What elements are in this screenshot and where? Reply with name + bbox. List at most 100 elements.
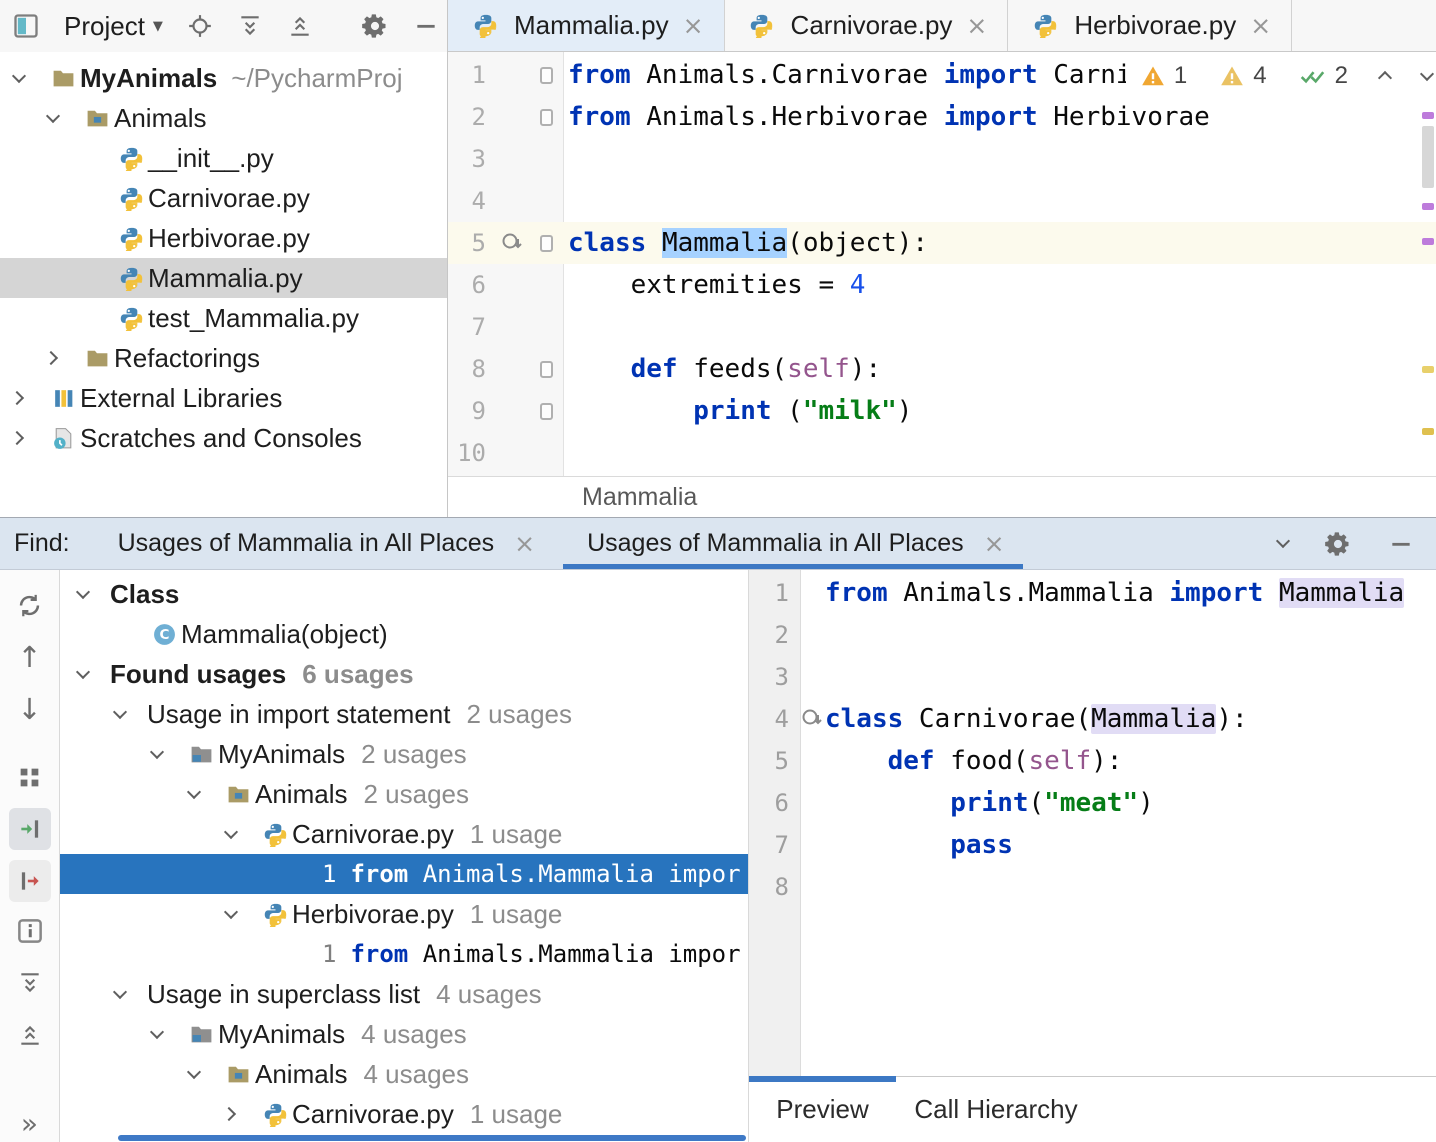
chevron-right-icon[interactable]	[14, 393, 46, 403]
editor-line[interactable]: 9 print ("milk")	[448, 390, 1436, 432]
project-tree-item[interactable]: Carnivorae.py	[0, 178, 447, 218]
project-tree-item[interactable]: Mammalia.py	[0, 258, 447, 298]
tab-close-icon[interactable]: ×	[966, 13, 987, 38]
project-tree-item[interactable]: __init__.py	[0, 138, 447, 178]
project-tree-item[interactable]: Scratches and Consoles	[0, 418, 447, 458]
line-number[interactable]: 9	[448, 397, 498, 425]
preview-editor[interactable]: 1from Animals.Mammalia import Mammalia 2 3…	[749, 570, 1436, 1076]
line-number[interactable]: 4	[749, 705, 801, 733]
find-tab[interactable]: Usages of Mammalia in All Places×	[114, 518, 540, 569]
editor-line[interactable]: 7	[448, 306, 1436, 348]
line-number[interactable]: 8	[749, 873, 801, 901]
chevron-right-icon[interactable]	[226, 1109, 258, 1119]
hide-panel-icon[interactable]	[1388, 531, 1414, 557]
chevron-down-icon[interactable]	[115, 992, 147, 997]
tab-close-icon[interactable]: ×	[683, 13, 704, 38]
subclassed-marker-icon[interactable]	[498, 231, 528, 255]
preview-tab[interactable]: Call Hierarchy	[896, 1077, 1096, 1142]
chevron-up-icon[interactable]	[1380, 69, 1390, 83]
settings-gear-icon[interactable]	[1324, 530, 1352, 558]
line-number[interactable]: 2	[749, 621, 801, 649]
breadcrumb-item[interactable]: Mammalia	[582, 483, 697, 512]
editor-line[interactable]: 4	[448, 180, 1436, 222]
line-number[interactable]: 8	[448, 355, 498, 383]
project-view-dropdown[interactable]: Project ▼	[64, 11, 163, 42]
chevron-down-icon[interactable]	[78, 592, 110, 597]
project-tree-item[interactable]: External Libraries	[0, 378, 447, 418]
preview-line[interactable]: 4class Carnivorae(Mammalia):	[749, 698, 1436, 740]
more-occurrences-icon[interactable]: »	[9, 1102, 51, 1142]
usage-result-row[interactable]: 1from Animals.Mammalia impor	[60, 854, 748, 894]
autoscroll-to-source-icon[interactable]	[9, 808, 51, 850]
chevron-down-icon[interactable]	[226, 912, 258, 917]
project-tree-item[interactable]: Herbivorae.py	[0, 218, 447, 258]
error-stripe-mark[interactable]	[1422, 366, 1434, 373]
preview-line[interactable]: 7 pass	[749, 824, 1436, 866]
line-number[interactable]: 3	[448, 145, 498, 173]
tab-close-icon[interactable]: ×	[514, 531, 535, 556]
project-tree-item[interactable]: Animals	[0, 98, 447, 138]
preview-line[interactable]: 5 def food(self):	[749, 740, 1436, 782]
preview-line[interactable]: 8	[749, 866, 1436, 908]
previous-occurrence-icon[interactable]: ↑	[9, 636, 51, 678]
usage-group-row[interactable]: MyAnimals2 usages	[60, 734, 748, 774]
preview-tab[interactable]: Preview	[749, 1077, 896, 1142]
preview-usages-icon[interactable]	[9, 910, 51, 952]
fold-marker-icon[interactable]	[528, 361, 564, 378]
line-number[interactable]: 6	[749, 789, 801, 817]
usage-group-row[interactable]: Animals4 usages	[60, 1054, 748, 1094]
collapse-all-icon[interactable]	[9, 1014, 51, 1056]
autoscroll-from-source-icon[interactable]	[9, 860, 51, 902]
preview-line[interactable]: 3	[749, 656, 1436, 698]
tab-close-icon[interactable]: ×	[1250, 13, 1271, 38]
usage-group-row[interactable]: Carnivorae.py1 usage	[60, 1094, 748, 1134]
chevron-down-icon[interactable]	[14, 76, 46, 81]
group-by-icon[interactable]	[9, 756, 51, 798]
tool-window-icon[interactable]	[12, 12, 40, 40]
fold-marker-icon[interactable]	[528, 235, 564, 252]
editor-line[interactable]: 8 def feeds(self):	[448, 348, 1436, 390]
chevron-down-icon[interactable]	[152, 752, 184, 757]
preview-line[interactable]: 2	[749, 614, 1436, 656]
tab-close-icon[interactable]: ×	[984, 531, 1005, 556]
preview-line[interactable]: 1from Animals.Mammalia import Mammalia	[749, 572, 1436, 614]
collapse-all-icon[interactable]	[287, 13, 313, 39]
line-number[interactable]: 6	[448, 271, 498, 299]
chevron-right-icon[interactable]	[48, 353, 80, 363]
chevron-down-icon[interactable]	[152, 1032, 184, 1037]
usage-group-row[interactable]: Found usages6 usages	[60, 654, 748, 694]
editor-tab[interactable]: Herbivorae.py×	[1008, 0, 1292, 51]
line-number[interactable]: 10	[448, 439, 498, 467]
line-number[interactable]: 7	[448, 313, 498, 341]
project-tree-item[interactable]: Refactorings	[0, 338, 447, 378]
rerun-icon[interactable]	[9, 584, 51, 626]
line-number[interactable]: 1	[448, 61, 498, 89]
chevron-down-icon[interactable]	[78, 672, 110, 677]
fold-marker-icon[interactable]	[528, 67, 564, 84]
chevron-down-icon[interactable]	[1278, 541, 1288, 546]
editor-body[interactable]: 1from Animals.Carnivorae import Carnivor…	[448, 52, 1436, 476]
scrollbar-thumb[interactable]	[1422, 126, 1434, 188]
checks-icon[interactable]	[1299, 63, 1327, 89]
warning-weak-icon[interactable]	[1219, 63, 1245, 89]
line-number[interactable]: 7	[749, 831, 801, 859]
expand-all-icon[interactable]	[237, 13, 263, 39]
project-tree-item[interactable]: MyAnimals~/PycharmProj	[0, 58, 447, 98]
editor-line[interactable]: 2from Animals.Herbivorae import Herbivor…	[448, 96, 1436, 138]
locate-file-icon[interactable]	[187, 13, 213, 39]
usage-group-row[interactable]: Usage in import statement2 usages	[60, 694, 748, 734]
horizontal-scrollbar[interactable]	[118, 1135, 746, 1141]
chevron-down-icon[interactable]	[1422, 74, 1432, 79]
line-number[interactable]: 2	[448, 103, 498, 131]
usage-group-row[interactable]: MyAnimals4 usages	[60, 1014, 748, 1054]
usage-group-row[interactable]: Herbivorae.py1 usage	[60, 894, 748, 934]
chevron-down-icon[interactable]	[48, 116, 80, 121]
error-stripe-mark[interactable]	[1422, 238, 1434, 245]
error-stripe-mark[interactable]	[1422, 112, 1434, 119]
chevron-right-icon[interactable]	[14, 433, 46, 443]
warning-icon[interactable]	[1140, 63, 1166, 89]
usage-group-row[interactable]: Animals2 usages	[60, 774, 748, 814]
editor-line[interactable]: 6 extremities = 4	[448, 264, 1436, 306]
line-number[interactable]: 1	[749, 579, 801, 607]
line-number[interactable]: 4	[448, 187, 498, 215]
